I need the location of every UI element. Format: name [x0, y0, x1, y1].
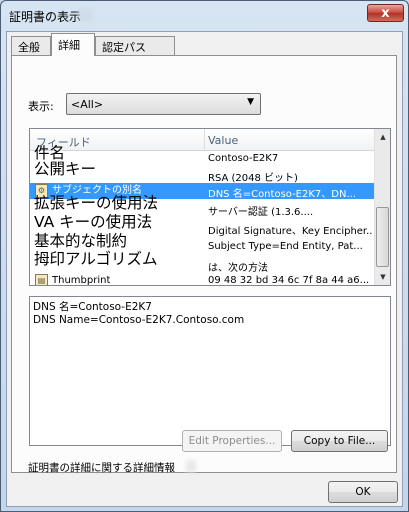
tab-general[interactable]: 全般 [11, 36, 51, 56]
list-header: フィールド Value [30, 129, 375, 151]
copy-to-file-button[interactable]: Copy to File... [291, 430, 388, 452]
field-value: サーバー認証 (1.3.6.... [208, 207, 314, 218]
scroll-thumb[interactable] [376, 207, 389, 267]
field-value: 09 48 32 bd 34 6c 7f 8a 44 a6... [208, 275, 370, 286]
show-dropdown[interactable]: <All> ▼ [66, 93, 261, 115]
title-redaction [79, 9, 93, 21]
certificate-field-icon: ▤ [35, 274, 48, 285]
value-detail-box[interactable]: DNS 名=Contoso-E2K7 DNS Name=Contoso-E2K7… [29, 296, 391, 446]
field-value: Digital Signature、Key Encipher... [208, 226, 373, 237]
show-dropdown-value: <All> [71, 97, 104, 111]
ok-button[interactable]: OK [328, 481, 398, 503]
tab-details[interactable]: 詳細 [51, 33, 95, 56]
field-value: は、次の方法 [208, 263, 268, 274]
field-value: Contoso-E2K7 [208, 153, 279, 164]
field-value: Subject Type=End Entity, Pat... [208, 241, 363, 252]
field-name: 拇印アルゴリズム [34, 250, 158, 268]
title-bar[interactable]: 証明書の表示 x [1, 1, 408, 29]
detail-line: DNS 名=Contoso-E2K7 [33, 301, 152, 313]
edit-properties-button[interactable]: Edit Properties... [182, 430, 282, 452]
scroll-up-icon[interactable]: ▲ [375, 129, 390, 145]
list-scrollbar[interactable]: ▲ ▼ [374, 129, 390, 285]
details-panel: 表示: <All> ▼ フィールド Value 件名 Contoso-E2K7 … [11, 55, 397, 475]
certificate-dialog: 証明書の表示 x 全般 詳細 認定パス 表示: <All> ▼ フィールド Va… [0, 0, 409, 512]
field-value: DNS 名=Contoso-E2K7、DN... [208, 189, 357, 200]
field-name: Thumbprint [52, 275, 111, 286]
detail-line: DNS Name=Contoso-E2K7.Contoso.com [33, 314, 245, 326]
column-header-value[interactable]: Value [208, 134, 238, 147]
column-divider[interactable] [204, 129, 205, 151]
list-item[interactable]: 拇印アルゴリズム は、次の方法 [30, 250, 375, 274]
dialog-client: 全般 詳細 認定パス 表示: <All> ▼ フィールド Value 件名 Co… [6, 31, 403, 507]
field-name: 公開キー [34, 160, 97, 178]
chevron-down-icon: ▼ [247, 97, 254, 107]
list-item[interactable]: ▤ Thumbprint 09 48 32 bd 34 6c 7f 8a 44 … [30, 273, 375, 286]
scroll-down-icon[interactable]: ▼ [375, 269, 390, 285]
window-title: 証明書の表示 [9, 10, 82, 24]
show-label: 表示: [28, 100, 54, 113]
info-redaction [186, 460, 196, 472]
field-value: RSA (2048 ビット) [208, 173, 298, 184]
tab-certification-path[interactable]: 認定パス [95, 36, 175, 56]
fields-list[interactable]: フィールド Value 件名 Contoso-E2K7 公開キー RSA (20… [29, 128, 391, 286]
list-item[interactable]: 公開キー RSA (2048 ビット) [30, 160, 375, 184]
certificate-details-info-link[interactable]: 証明書の詳細に関する詳細情報 [28, 460, 175, 475]
close-button[interactable]: x [367, 4, 404, 22]
